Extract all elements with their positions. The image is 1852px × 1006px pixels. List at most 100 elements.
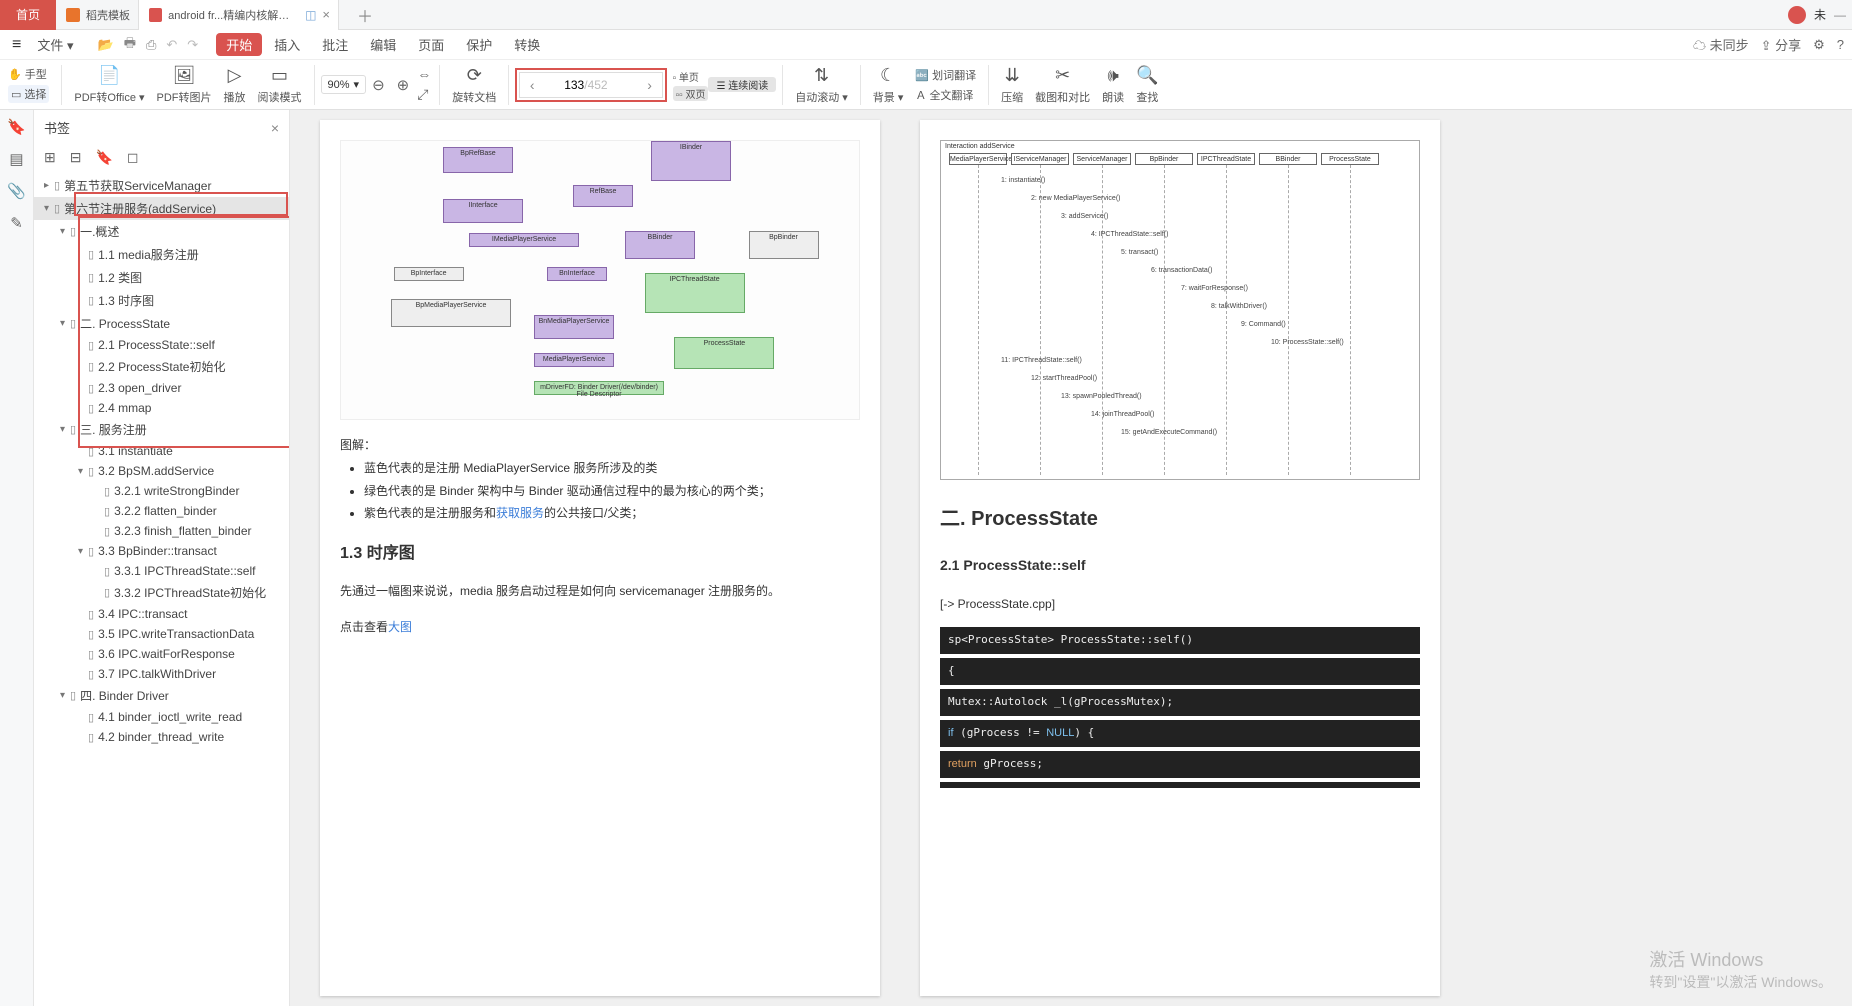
menu-file[interactable]: 文件 ▾ <box>27 35 83 54</box>
note-panel-icon[interactable]: ✎ <box>10 214 23 232</box>
layout-continuous[interactable]: ☰ 连续阅读 <box>708 77 776 92</box>
sidebar-close-icon[interactable]: × <box>271 120 279 136</box>
document-viewport[interactable]: BpRefBaseIBinderIInterfaceRefBaseIMediaP… <box>290 110 1852 1006</box>
share-label[interactable]: ⇪ 分享 <box>1761 35 1802 54</box>
app-icon <box>66 8 80 22</box>
tab-template[interactable]: 稻壳模板 <box>56 0 139 30</box>
folder-icon[interactable]: ⎙ <box>142 37 160 53</box>
bookmark-item[interactable]: ▸▯第五节获取ServiceManager <box>34 174 289 197</box>
code-line: { <box>940 658 1420 685</box>
bookmark-item[interactable]: ▯1.1 media服务注册 <box>34 243 289 266</box>
undo-icon[interactable]: ↶ <box>162 37 181 53</box>
bookmark-item[interactable]: ▯3.1 instantiate <box>34 441 289 461</box>
bookmark-item[interactable]: ▯3.6 IPC.waitForResponse <box>34 644 289 664</box>
add-bookmark-outline-icon[interactable]: ◻ <box>127 149 139 166</box>
zoom-out-icon[interactable]: ⊖ <box>366 76 391 94</box>
zoom-in-icon[interactable]: ⊕ <box>391 76 416 94</box>
menu-edit[interactable]: 编辑 <box>360 35 406 54</box>
uml-box: mDriverFD: Binder Driver(/dev/binder) Fi… <box>534 381 664 395</box>
full-translate[interactable]: Ａ 全文翻译 <box>915 87 976 103</box>
select-mode[interactable]: ▭ 选择 <box>8 85 49 103</box>
play-button[interactable]: ▷播放 <box>218 65 252 105</box>
pdf-to-image[interactable]: 🖼PDF转图片 <box>151 65 218 105</box>
fit-width-icon[interactable]: ⇔ <box>417 66 431 82</box>
page-input[interactable] <box>544 78 584 92</box>
redo-icon[interactable]: ↷ <box>183 37 202 53</box>
add-bookmark-icon[interactable]: 🔖 <box>95 149 112 166</box>
bookmark-item[interactable]: ▾▯四. Binder Driver <box>34 684 289 707</box>
unsync-label[interactable]: ☁ 未同步 <box>1693 35 1749 54</box>
close-icon[interactable]: × <box>322 7 330 22</box>
bookmark-item[interactable]: ▯1.2 类图 <box>34 266 289 289</box>
bookmark-item[interactable]: ▯2.3 open_driver <box>34 378 289 398</box>
menu-protect[interactable]: 保护 <box>456 35 502 54</box>
bookmark-item[interactable]: ▯2.4 mmap <box>34 398 289 418</box>
page-prev-icon[interactable]: ‹ <box>520 77 544 93</box>
menu-annotate[interactable]: 批注 <box>312 35 358 54</box>
bookmark-item[interactable]: ▯3.7 IPC.talkWithDriver <box>34 664 289 684</box>
pdf-to-office[interactable]: 📄PDF转Office ▾ <box>68 65 150 105</box>
find[interactable]: 🔍查找 <box>1130 65 1164 105</box>
link-big-image[interactable]: 大图 <box>388 620 412 634</box>
menu-insert[interactable]: 插入 <box>264 35 310 54</box>
bookmark-panel-icon[interactable]: 🔖 <box>7 118 26 136</box>
tab-home[interactable]: 首页 <box>0 0 56 30</box>
bookmark-item[interactable]: ▾▯3.2 BpSM.addService <box>34 461 289 481</box>
bookmark-item[interactable]: ▾▯第六节注册服务(addService) <box>34 197 289 220</box>
hand-mode[interactable]: ✋ 手型 <box>8 66 49 82</box>
tab-new[interactable]: ＋ <box>339 0 389 30</box>
page-nav-highlight: ‹ /452 › <box>515 68 666 102</box>
background[interactable]: ☾背景 ▾ <box>867 65 910 105</box>
page-next-icon[interactable]: › <box>638 77 662 93</box>
bookmark-item[interactable]: ▯2.1 ProcessState::self <box>34 335 289 355</box>
bookmark-item[interactable]: ▾▯3.3 BpBinder::transact <box>34 541 289 561</box>
compress[interactable]: ⇊压缩 <box>995 65 1029 105</box>
uml-box: ProcessState <box>674 337 774 369</box>
link-get-service[interactable]: 获取服务 <box>496 506 544 520</box>
menu-page[interactable]: 页面 <box>408 35 454 54</box>
open-icon[interactable]: 📂 <box>94 37 118 53</box>
bookmark-item[interactable]: ▯2.2 ProcessState初始化 <box>34 355 289 378</box>
fit-page-icon[interactable]: ⤢ <box>417 86 431 103</box>
bookmark-item[interactable]: ▾▯一.概述 <box>34 220 289 243</box>
collapse-all-icon[interactable]: ⊟ <box>70 149 82 166</box>
autoscroll[interactable]: ⇅自动滚动 ▾ <box>789 65 854 105</box>
rotate-doc[interactable]: ⟳旋转文档 <box>446 65 502 105</box>
lifeline: BBinder <box>1259 153 1317 165</box>
layout-single[interactable]: ▫ 单页 <box>673 69 709 84</box>
bookmark-item[interactable]: ▯4.2 binder_thread_write <box>34 727 289 747</box>
avatar[interactable] <box>1788 6 1806 24</box>
menu-convert[interactable]: 转换 <box>504 35 550 54</box>
bookmark-item[interactable]: ▯4.1 binder_ioctl_write_read <box>34 707 289 727</box>
word-translate[interactable]: 🔤 划词翻译 <box>915 67 976 83</box>
bookmark-item[interactable]: ▯3.2.2 flatten_binder <box>34 501 289 521</box>
lifeline: ServiceManager <box>1073 153 1131 165</box>
bookmark-item[interactable]: ▯3.2.1 writeStrongBinder <box>34 481 289 501</box>
tab-pdf-active[interactable]: android fr...精编内核解析.pdf ◫ × <box>139 0 339 30</box>
bookmark-item[interactable]: ▾▯二. ProcessState <box>34 312 289 335</box>
thumbnail-panel-icon[interactable]: ▤ <box>9 150 23 168</box>
bookmark-item[interactable]: ▯3.5 IPC.writeTransactionData <box>34 624 289 644</box>
tab-menu-icon[interactable]: ◫ <box>305 8 316 22</box>
screenshot-compare[interactable]: ✂截图和对比 <box>1029 65 1096 105</box>
bookmark-item[interactable]: ▯3.2.3 finish_flatten_binder <box>34 521 289 541</box>
zoom-select[interactable]: 90% ▾ <box>321 75 367 94</box>
read-mode[interactable]: ▭阅读模式 <box>252 65 308 105</box>
gear-icon[interactable]: ⚙ <box>1813 37 1825 53</box>
help-icon[interactable]: ? <box>1837 37 1844 52</box>
bookmark-item[interactable]: ▯1.3 时序图 <box>34 289 289 312</box>
read-aloud[interactable]: 🕪朗读 <box>1096 65 1130 105</box>
bookmark-item[interactable]: ▯3.3.1 IPCThreadState::self <box>34 561 289 581</box>
minimize-icon[interactable]: — <box>1834 8 1846 22</box>
hamburger-icon[interactable]: ≡ <box>8 36 25 54</box>
print-icon[interactable]: 🖶 <box>120 34 140 56</box>
bookmark-item[interactable]: ▯3.4 IPC::transact <box>34 604 289 624</box>
bookmark-item[interactable]: ▾▯三. 服务注册 <box>34 418 289 441</box>
expand-all-icon[interactable]: ⊞ <box>44 149 56 166</box>
attachment-panel-icon[interactable]: 📎 <box>7 182 26 200</box>
menu-start[interactable]: 开始 <box>216 33 262 56</box>
layout-double[interactable]: ▫▫ 双页 <box>673 86 709 101</box>
uml-box: IMediaPlayerService <box>469 233 579 247</box>
bookmark-item[interactable]: ▯3.3.2 IPCThreadState初始化 <box>34 581 289 604</box>
seq-message: 15: getAndExecuteCommand() <box>1121 429 1217 436</box>
